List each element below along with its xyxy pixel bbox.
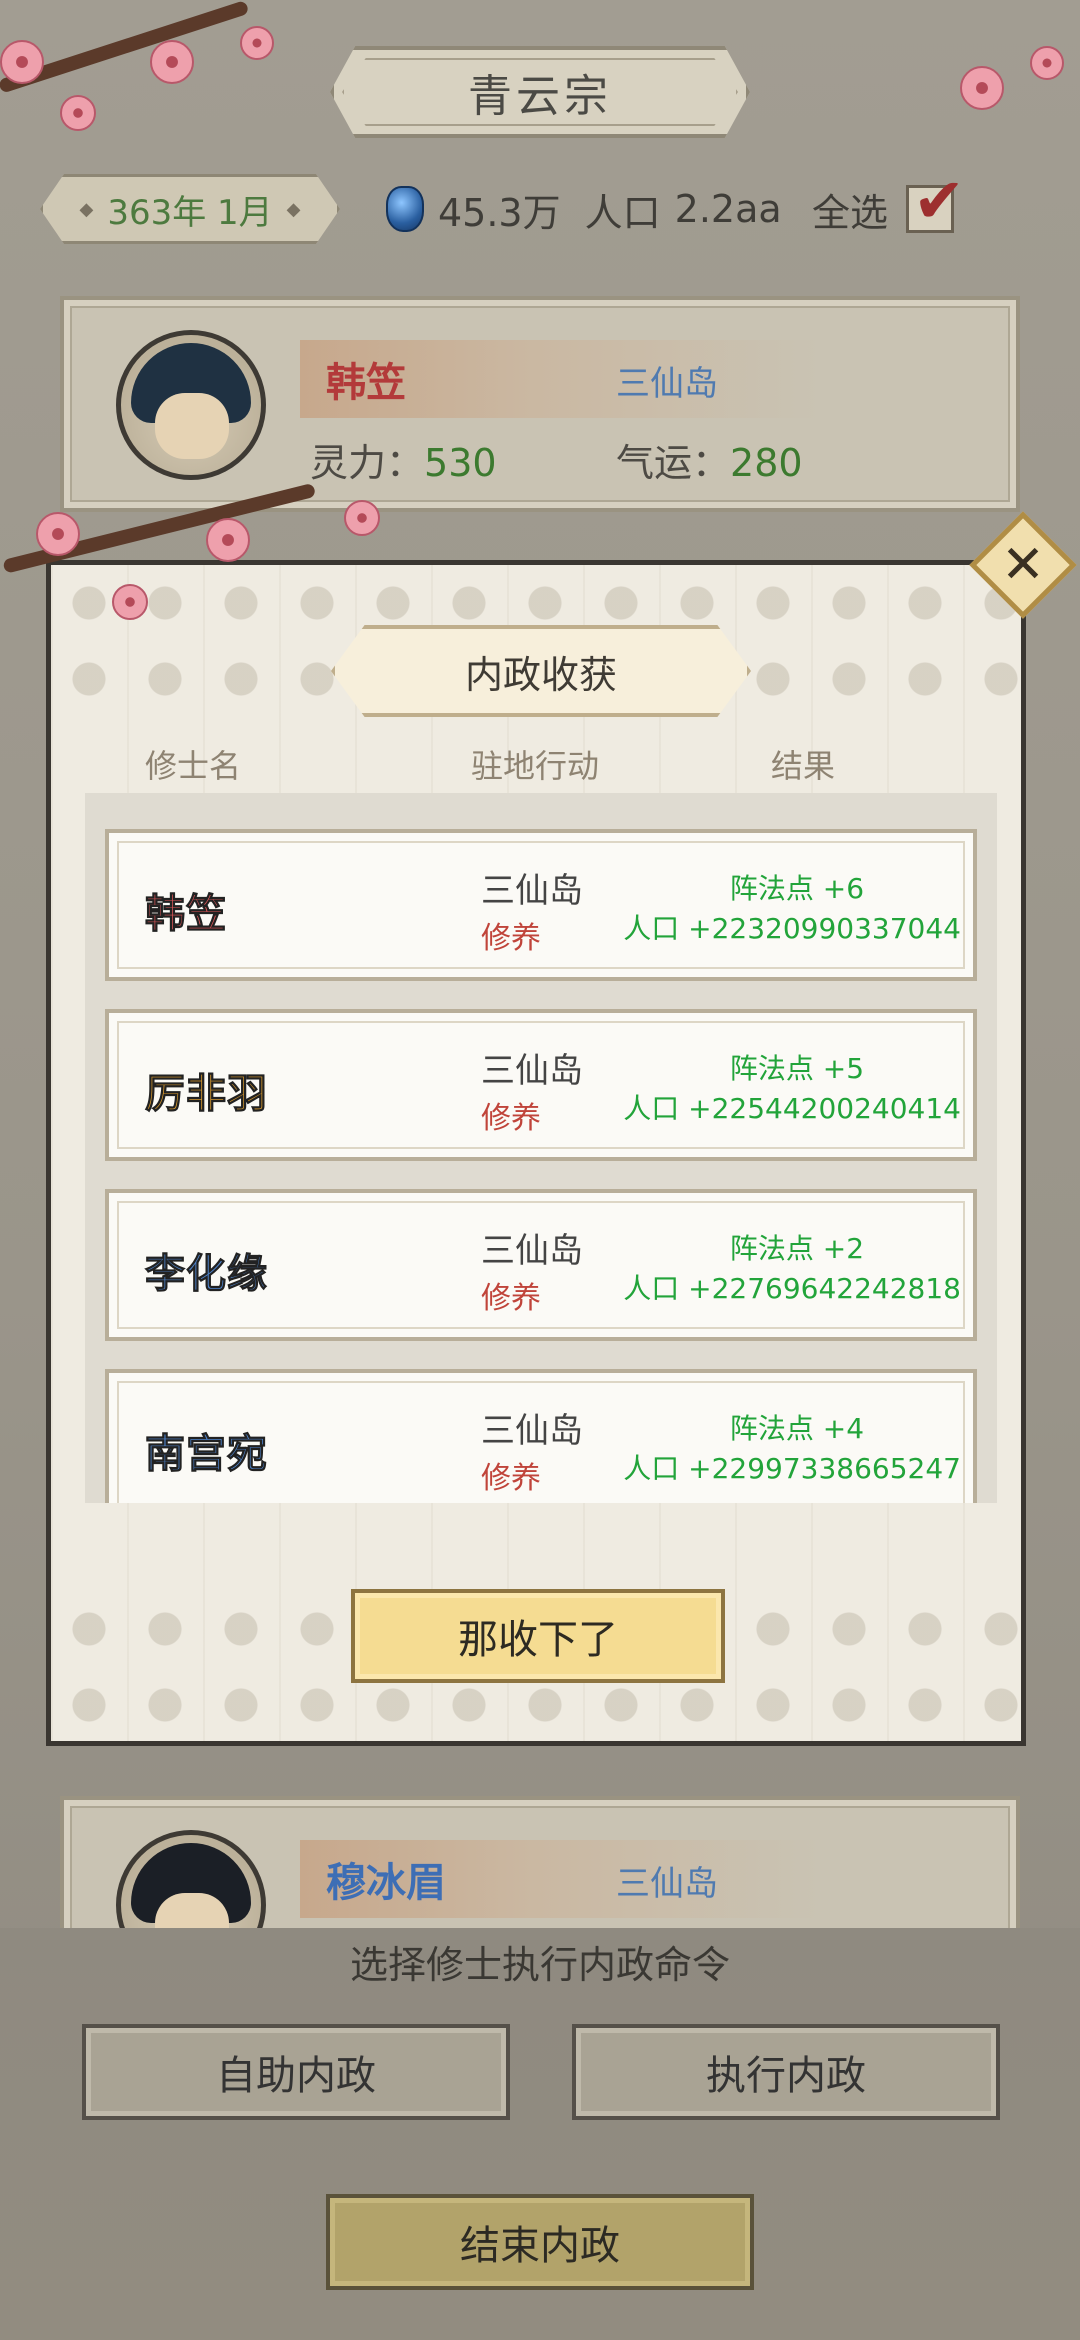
row-action: 修养 [481, 1461, 541, 1496]
population-label: 人口 [584, 190, 661, 235]
row-population-result: 人口 +22544200240414 [623, 1092, 961, 1125]
harvest-dialog: 内政收获 修士名 驻地行动 结果 韩笠 三仙岛 修养 阵法点 +6 人口 +22… [46, 560, 1026, 1746]
row-action: 修养 [481, 1281, 541, 1316]
row-formation-result: 阵法点 +4 [729, 1412, 865, 1445]
row-formation-result: 阵法点 +2 [729, 1232, 865, 1265]
population-count: 2.2aa [674, 187, 782, 231]
spirit-stat: 灵力：530 [310, 441, 497, 485]
resource-bar: 45.3万 人口 2.2aa [386, 176, 782, 242]
close-icon: ✕ [1001, 535, 1045, 595]
dialog-title: 内政收获 [464, 652, 617, 697]
row-location: 三仙岛 [481, 1051, 583, 1091]
disciple-location: 三仙岛 [616, 1864, 718, 1904]
row-location: 三仙岛 [481, 1231, 583, 1271]
row-location: 三仙岛 [481, 1411, 583, 1451]
row-population-result: 人口 +22997338665247 [623, 1452, 961, 1485]
execute-governance-button[interactable]: 执行内政 [572, 2024, 1000, 2120]
row-population-result: 人口 +22320990337044 [623, 912, 961, 945]
date-display: ◆ 363年 1月 ◆ [40, 174, 340, 244]
auto-governance-button[interactable]: 自助内政 [82, 2024, 510, 2120]
disciple-name: 李化缘 [145, 1251, 268, 1298]
harvest-row: 李化缘 三仙岛 修养 阵法点 +2 人口 +22769642242818 [105, 1189, 977, 1341]
harvest-row: 韩笠 三仙岛 修养 阵法点 +6 人口 +22320990337044 [105, 829, 977, 981]
game-date: 363年 1月 [107, 192, 273, 233]
row-formation-result: 阵法点 +5 [729, 1052, 865, 1085]
disciple-name: 穆冰眉 [326, 1860, 446, 1906]
select-all-checkbox[interactable] [906, 164, 965, 237]
select-all-toggle[interactable]: 全选 [812, 164, 965, 242]
row-location: 三仙岛 [481, 871, 583, 911]
row-action: 修养 [481, 921, 541, 956]
avatar [116, 330, 266, 480]
sect-title: 青云宗 [468, 71, 612, 122]
select-all-label: 全选 [812, 190, 889, 235]
column-header-result: 结果 [771, 747, 836, 785]
spirit-stone-icon [386, 186, 424, 232]
disciple-name: 韩笠 [145, 891, 227, 938]
command-hint: 选择修士执行内政命令 [349, 1943, 730, 1987]
end-governance-button[interactable]: 结束内政 [326, 2194, 754, 2290]
name-banner: 穆冰眉 [300, 1840, 820, 1918]
disciple-name: 厉非羽 [145, 1071, 268, 1118]
row-formation-result: 阵法点 +6 [729, 872, 865, 905]
disciple-name: 韩笠 [326, 360, 406, 406]
column-header-action: 驻地行动 [471, 747, 600, 785]
disciple-card[interactable]: 韩笠 三仙岛 灵力：530 气运：280 [60, 296, 1020, 512]
harvest-row: 厉非羽 三仙岛 修养 阵法点 +5 人口 +22544200240414 [105, 1009, 977, 1161]
disciple-location: 三仙岛 [616, 364, 718, 404]
dialog-title-plaque: 内政收获 [331, 625, 751, 717]
disciple-name: 南宫宛 [145, 1431, 268, 1478]
spirit-stone-count: 45.3万 [438, 190, 561, 235]
name-banner: 韩笠 [300, 340, 820, 418]
harvest-row: 南宫宛 三仙岛 修养 阵法点 +4 人口 +22997338665247 [105, 1369, 977, 1503]
column-header-name: 修士名 [145, 747, 242, 785]
sect-title-plaque: 青云宗 [330, 46, 750, 138]
close-dialog-button[interactable]: ✕ [969, 511, 1077, 619]
row-population-result: 人口 +22769642242818 [623, 1272, 961, 1305]
accept-harvest-button[interactable]: 那收下了 [351, 1589, 725, 1683]
harvest-list[interactable]: 韩笠 三仙岛 修养 阵法点 +6 人口 +22320990337044 厉非羽 … [85, 793, 997, 1503]
luck-stat: 气运：280 [616, 441, 803, 485]
row-action: 修养 [481, 1101, 541, 1136]
